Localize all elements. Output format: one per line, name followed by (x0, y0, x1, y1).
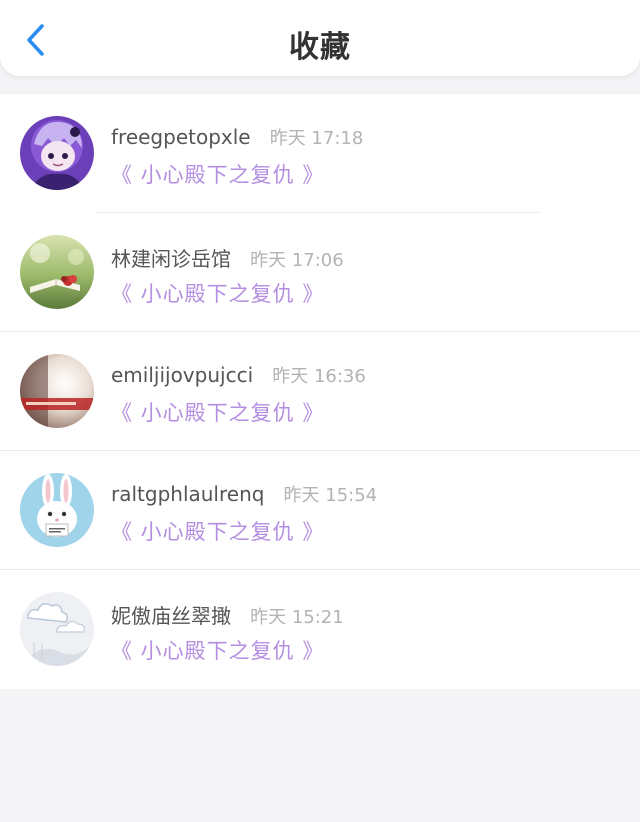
favorite-item[interactable]: freegpetopxle 昨天 17:18 《 小心殿下之复仇 》 (0, 94, 640, 213)
item-meta: emiljijovpujcci 昨天 16:36 (111, 362, 366, 388)
avatar[interactable] (20, 354, 94, 428)
avatar[interactable] (20, 473, 94, 547)
favorite-item[interactable]: 妮傲庙丝翠撖 昨天 15:21 《 小心殿下之复仇 》 (0, 570, 640, 689)
book-title-link[interactable]: 《 小心殿下之复仇 》 (111, 635, 324, 665)
avatar[interactable] (20, 116, 94, 190)
username[interactable]: emiljijovpujcci (111, 363, 253, 387)
timestamp: 昨天 17:06 (250, 250, 344, 271)
favorite-item[interactable]: 林建闲诊岳馆 昨天 17:06 《 小心殿下之复仇 》 (0, 213, 640, 332)
book-title-link[interactable]: 《 小心殿下之复仇 》 (111, 278, 324, 308)
book-flowers-avatar-image (20, 235, 94, 309)
item-meta: 妮傲庙丝翠撖 昨天 15:21 (111, 600, 344, 629)
book-title-link[interactable]: 《 小心殿下之复仇 》 (111, 159, 324, 189)
timestamp: 昨天 16:36 (272, 366, 366, 387)
username[interactable]: raltgphlaulrenq (111, 482, 264, 506)
book-title-link[interactable]: 《 小心殿下之复仇 》 (111, 516, 324, 546)
favorite-item[interactable]: raltgphlaulrenq 昨天 15:54 《 小心殿下之复仇 》 (0, 451, 640, 570)
cloud-fabric-avatar-image (20, 592, 94, 666)
username[interactable]: freegpetopxle (111, 125, 251, 149)
book-title-link[interactable]: 《 小心殿下之复仇 》 (111, 397, 324, 427)
favorite-item[interactable]: emiljijovpujcci 昨天 16:36 《 小心殿下之复仇 》 (0, 332, 640, 451)
timestamp: 昨天 15:21 (250, 607, 344, 628)
light-photo-avatar-image (20, 354, 94, 428)
page-title: 收藏 (289, 30, 351, 65)
item-meta: freegpetopxle 昨天 17:18 (111, 124, 363, 150)
username[interactable]: 妮傲庙丝翠撖 (111, 604, 231, 628)
timestamp: 昨天 15:54 (283, 485, 378, 506)
avatar[interactable] (20, 592, 94, 666)
anime-character-avatar-image (20, 116, 94, 190)
rabbit-avatar-image (20, 473, 94, 547)
top-bar: 收藏 (0, 0, 640, 76)
item-meta: raltgphlaulrenq 昨天 15:54 (111, 481, 377, 507)
favorites-list: freegpetopxle 昨天 17:18 《 小心殿下之复仇 》 林建闲诊岳… (0, 94, 640, 689)
timestamp: 昨天 17:18 (269, 128, 364, 149)
username[interactable]: 林建闲诊岳馆 (111, 247, 231, 271)
item-meta: 林建闲诊岳馆 昨天 17:06 (111, 243, 344, 272)
avatar[interactable] (20, 235, 94, 309)
